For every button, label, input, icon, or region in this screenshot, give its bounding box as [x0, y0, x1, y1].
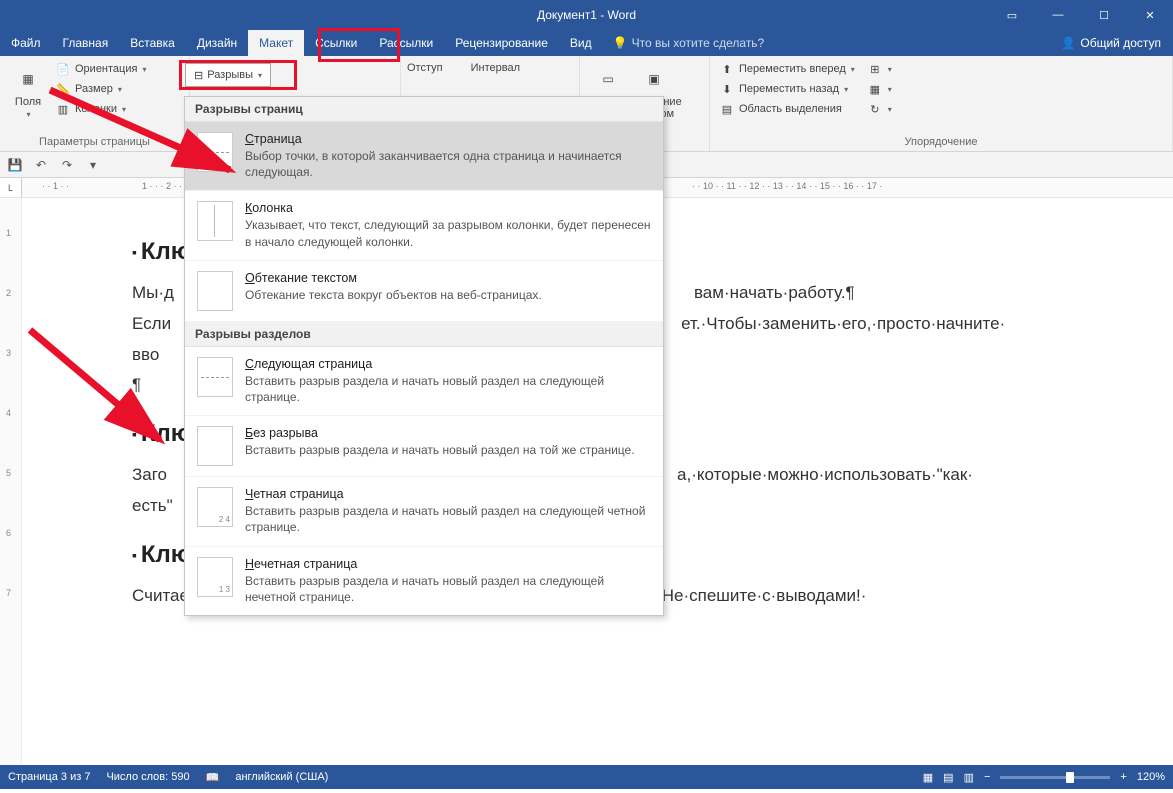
menuitem-odd-page-section[interactable]: 1 3 Нечетная страница Вставить разрыв ра… [185, 547, 663, 615]
arrange-group-label: Упорядочение [716, 136, 1166, 150]
even-page-section-icon: 2 4 [197, 487, 233, 527]
tell-me-search[interactable]: 💡 Что вы хотите сделать? [603, 30, 1050, 56]
size-icon: 📏 [55, 81, 71, 97]
status-page[interactable]: Страница 3 из 7 [8, 771, 90, 783]
tab-view[interactable]: Вид [559, 30, 603, 56]
wrap-text-icon: ▣ [639, 64, 669, 94]
tab-references[interactable]: Ссылки [304, 30, 368, 56]
align-button[interactable]: ⊞▾ [864, 60, 895, 78]
size-button[interactable]: 📏Размер▾ [52, 80, 149, 98]
tab-file[interactable]: Файл [0, 30, 52, 56]
titlebar: Документ1 - Word ▭ — ☐ ✕ [0, 0, 1173, 30]
close-button[interactable]: ✕ [1127, 0, 1173, 30]
zoom-in-button[interactable]: + [1120, 771, 1126, 783]
zoom-out-button[interactable]: − [984, 771, 990, 783]
odd-page-section-icon: 1 3 [197, 557, 233, 597]
tab-mailings[interactable]: Рассылки [368, 30, 444, 56]
view-read-mode[interactable]: ▦ [923, 771, 933, 784]
rotate-button[interactable]: ↻▾ [864, 100, 895, 118]
chevron-down-icon: ▾ [26, 110, 30, 119]
rotate-icon: ↻ [867, 101, 883, 117]
menuitem-text-wrapping-break[interactable]: Обтекание текстом Обтекание текста вокру… [185, 261, 663, 322]
view-print-layout[interactable]: ▤ [943, 771, 953, 784]
tab-review[interactable]: Рецензирование [444, 30, 559, 56]
ribbon-options-icon[interactable]: ▭ [989, 0, 1035, 30]
next-page-section-icon [197, 357, 233, 397]
zoom-level[interactable]: 120% [1137, 771, 1165, 783]
margins-button[interactable]: ▦ Поля ▾ [6, 60, 50, 136]
group-icon: ▦ [867, 81, 883, 97]
status-words[interactable]: Число слов: 590 [106, 771, 189, 783]
menuitem-page-break[interactable]: Страница Выбор точки, в которой заканчив… [185, 122, 663, 191]
bring-forward-button[interactable]: ⬆Переместить вперед▾ [716, 60, 858, 78]
columns-button[interactable]: ▥Колонки▾ [52, 100, 149, 118]
status-language[interactable]: английский (США) [235, 771, 328, 783]
column-break-icon [197, 201, 233, 241]
share-button[interactable]: 👤 Общий доступ [1049, 30, 1173, 56]
breaks-dropdown: ⊟ Разрывы ▾ Разрывы страниц Страница Выб… [184, 96, 664, 616]
ribbon-tabs: Файл Главная Вставка Дизайн Макет Ссылки… [0, 30, 1173, 56]
text-wrap-break-icon [197, 271, 233, 311]
page-setup-group-label: Параметры страницы [6, 136, 183, 150]
save-button[interactable]: 💾 [6, 156, 24, 174]
menuitem-next-page-section[interactable]: Следующая страница Вставить разрыв разде… [185, 347, 663, 416]
window-title: Документ1 - Word [537, 8, 636, 22]
position-icon: ▭ [593, 64, 623, 94]
menuitem-even-page-section[interactable]: 2 4 Четная страница Вставить разрыв разд… [185, 477, 663, 546]
breaks-button[interactable]: ⊟ Разрывы ▾ [185, 63, 271, 87]
share-icon: 👤 [1061, 36, 1076, 50]
view-web-layout[interactable]: ▥ [964, 771, 974, 784]
menuitem-column-break[interactable]: Колонка Указывает, что текст, следующий … [185, 191, 663, 260]
menu-section-section-breaks: Разрывы разделов [185, 322, 663, 347]
lightbulb-icon: 💡 [613, 36, 628, 50]
breaks-icon: ⊟ [194, 69, 203, 82]
vertical-ruler[interactable]: 123 4567 [0, 198, 22, 765]
page-break-icon [197, 132, 233, 172]
undo-button[interactable]: ↶ [32, 156, 50, 174]
menu-section-page-breaks: Разрывы страниц [185, 97, 663, 122]
orientation-button[interactable]: 📄Ориентация▾ [52, 60, 149, 78]
bring-forward-icon: ⬆ [719, 61, 735, 77]
menuitem-continuous-section[interactable]: Без разрыва Вставить разрыв раздела и на… [185, 416, 663, 477]
tab-layout[interactable]: Макет [248, 30, 304, 56]
orientation-icon: 📄 [55, 61, 71, 77]
continuous-section-icon [197, 426, 233, 466]
group-button[interactable]: ▦▾ [864, 80, 895, 98]
maximize-button[interactable]: ☐ [1081, 0, 1127, 30]
tab-design[interactable]: Дизайн [186, 30, 248, 56]
margins-icon: ▦ [13, 64, 43, 94]
columns-icon: ▥ [55, 101, 71, 117]
send-backward-button[interactable]: ⬇Переместить назад▾ [716, 80, 858, 98]
redo-button[interactable]: ↷ [58, 156, 76, 174]
status-proofing-icon[interactable]: 📖 [206, 771, 220, 784]
zoom-slider[interactable] [1000, 776, 1110, 779]
chevron-down-icon: ▾ [258, 71, 262, 80]
statusbar: Страница 3 из 7 Число слов: 590 📖 англий… [0, 765, 1173, 789]
tab-home[interactable]: Главная [52, 30, 120, 56]
qat-customize-button[interactable]: ▾ [84, 156, 102, 174]
tab-insert[interactable]: Вставка [119, 30, 186, 56]
align-icon: ⊞ [867, 61, 883, 77]
send-backward-icon: ⬇ [719, 81, 735, 97]
selection-pane-icon: ▤ [719, 101, 735, 117]
minimize-button[interactable]: — [1035, 0, 1081, 30]
ruler-corner[interactable]: L [0, 178, 22, 197]
selection-pane-button[interactable]: ▤Область выделения [716, 100, 858, 118]
